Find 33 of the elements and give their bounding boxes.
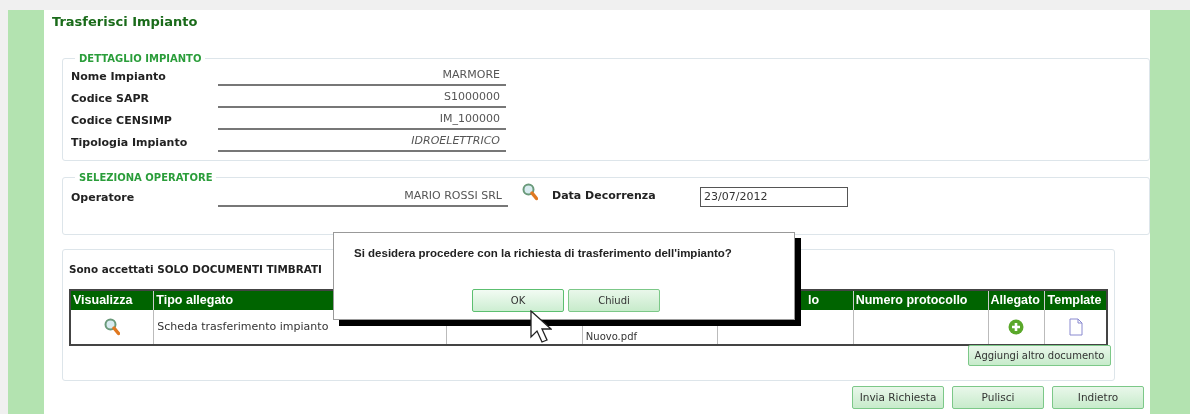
field-label: Codice SAPR xyxy=(71,91,151,108)
field-label: Tipologia Impianto xyxy=(71,135,189,152)
column-header: Visualizza xyxy=(70,290,154,311)
column-header: Template xyxy=(1044,290,1107,311)
table-cell: Scheda trasferimento impianto xyxy=(157,319,329,333)
column-header: Numero protocollo xyxy=(853,290,988,311)
field-value: IDROELETTRICO xyxy=(218,132,506,152)
column-header: Allegato xyxy=(988,290,1045,311)
dialog-message: Si desidera procedere con la richiesta di trasferimento dell'impianto? xyxy=(354,246,733,261)
add-document-button[interactable]: Aggiungi altro documento xyxy=(968,345,1111,367)
date-field[interactable]: 23/07/2012 xyxy=(700,186,848,207)
action-button[interactable]: Invia Richiesta xyxy=(852,385,944,410)
document-icon[interactable] xyxy=(1068,318,1083,337)
section-legend: DETTAGLIO IMPIANTO xyxy=(75,53,206,64)
table-cell-text: Nuovo.pdf xyxy=(585,330,639,344)
field-label: Nome Impianto xyxy=(71,69,167,86)
field-value: S1000000 xyxy=(218,88,506,108)
field-label: Data Decorrenza xyxy=(552,188,657,205)
field-label: Codice CENSIMP xyxy=(71,113,173,130)
dialog-button[interactable]: Chiudi xyxy=(568,289,660,313)
search-icon[interactable] xyxy=(104,318,121,337)
field-value: MARMORE xyxy=(218,66,506,86)
field-value: IM_100000 xyxy=(218,110,506,130)
action-button[interactable]: Pulisci xyxy=(952,385,1044,410)
action-button[interactable]: Indietro xyxy=(1052,385,1144,410)
plus-icon[interactable] xyxy=(1008,319,1025,336)
dialog-button[interactable]: OK xyxy=(472,289,564,313)
notice-text: Sono accettati SOLO DOCUMENTI TIMBRATI xyxy=(69,261,322,277)
field-value: MARIO ROSSI SRL xyxy=(218,188,508,207)
field-label: Operatore xyxy=(71,190,136,207)
section-legend: SELEZIONA OPERATORE xyxy=(75,172,217,183)
page-title: Trasferisci Impianto xyxy=(52,14,199,30)
search-icon[interactable] xyxy=(522,182,538,201)
